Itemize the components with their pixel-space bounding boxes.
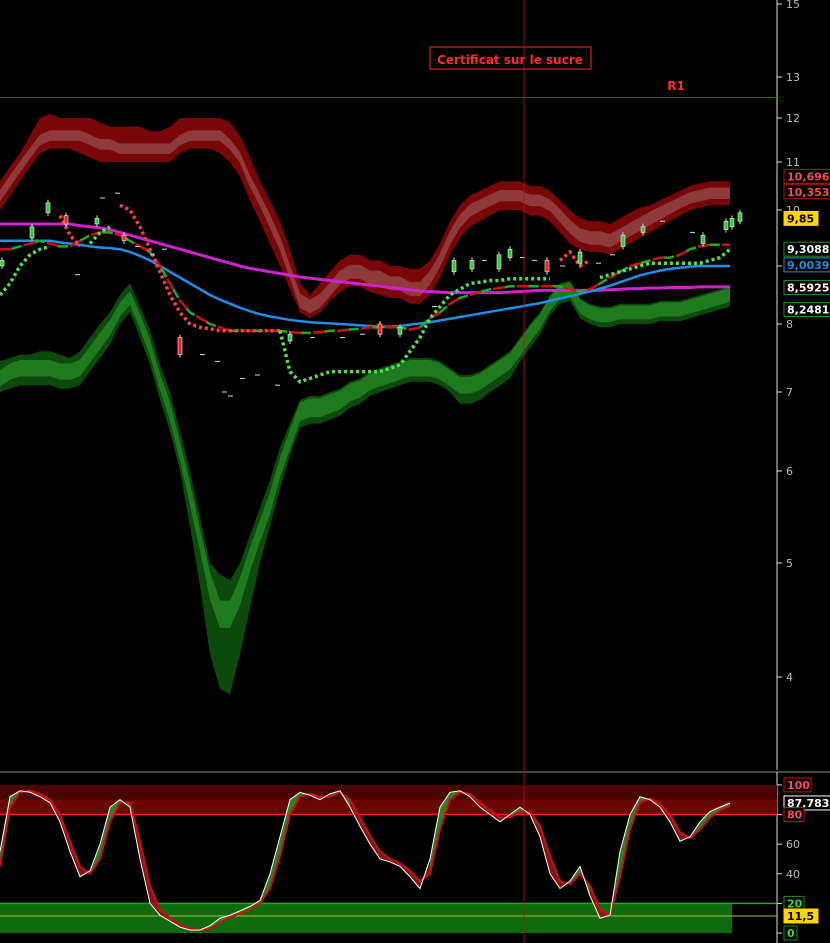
price-value-label: 10,353 (787, 186, 829, 199)
oversold-zone (0, 903, 732, 934)
osc-value-label: 100 (787, 779, 810, 792)
candle (507, 248, 513, 258)
candle (729, 218, 735, 228)
chart-title: Certificat sur le sucre (437, 53, 583, 67)
price-tick-label: 4 (786, 671, 793, 684)
price-tick-label: 11 (786, 156, 800, 169)
price-value-label: 9,85 (787, 212, 814, 225)
candle (377, 323, 383, 335)
price-value-label: 10,696 (787, 170, 830, 183)
price-tick-label: 12 (786, 112, 800, 125)
overbought-zone-top (0, 784, 777, 800)
candle (723, 220, 729, 230)
candle (577, 251, 583, 264)
candle (177, 337, 183, 355)
candle (451, 260, 457, 273)
price-value-label: 8,5925 (787, 281, 829, 294)
candle (544, 260, 550, 273)
price-tick-label: 8 (786, 318, 793, 331)
price-tick-label: 15 (786, 0, 800, 11)
candle (620, 234, 626, 247)
candle (469, 260, 475, 270)
osc-value-label: 11,5 (787, 910, 814, 923)
chart-canvas: 151312111098765410,69610,3539,859,30889,… (0, 0, 830, 943)
price-value-label: 9,3088 (787, 243, 829, 256)
candle (700, 234, 706, 244)
osc-tick-label: 60 (786, 838, 800, 851)
candle (45, 202, 51, 214)
price-tick-label: 5 (786, 557, 793, 570)
candle (287, 333, 293, 342)
resistance-label: R1 (667, 79, 685, 93)
price-tick-label: 13 (786, 71, 800, 84)
osc-value-label: 0 (787, 927, 795, 940)
candle (640, 226, 646, 233)
price-value-label: 9,0039 (787, 259, 829, 272)
candle (496, 254, 502, 270)
candle (737, 212, 743, 222)
candle (397, 327, 403, 335)
candle (121, 234, 127, 242)
candle (63, 215, 69, 225)
osc-value-label: 20 (787, 897, 803, 910)
price-tick-label: 7 (786, 386, 793, 399)
candle (94, 218, 100, 225)
price-tick-label: 6 (786, 465, 793, 478)
candle (29, 226, 35, 239)
osc-tick-label: 40 (786, 868, 800, 881)
osc-value-label: 80 (787, 809, 803, 822)
candle (0, 260, 5, 267)
price-value-label: 8,2481 (787, 304, 829, 317)
